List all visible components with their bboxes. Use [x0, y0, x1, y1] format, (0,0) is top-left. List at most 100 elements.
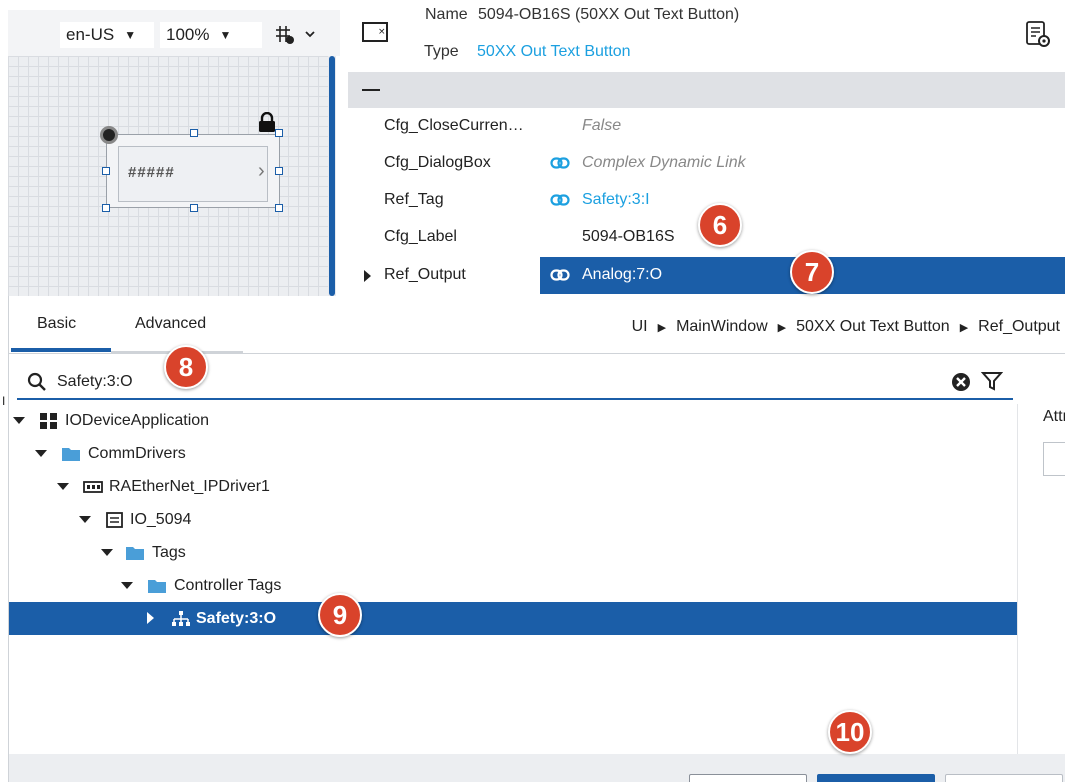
collapse-caret-icon[interactable] [79, 516, 91, 523]
property-key: Ref_Output [384, 266, 466, 283]
property-key: Cfg_Label [384, 228, 457, 245]
properties-settings-icon[interactable] [1025, 20, 1051, 48]
collapse-caret-icon[interactable] [35, 450, 47, 457]
resize-handle[interactable] [275, 167, 283, 175]
collapse-caret-icon[interactable] [101, 549, 113, 556]
link-icon [550, 269, 570, 281]
ok-button[interactable] [817, 774, 935, 782]
zoom-select[interactable]: 100% ▼ [160, 22, 262, 48]
breadcrumb-separator-icon: ▶ [777, 321, 787, 334]
active-tab-indicator [11, 348, 111, 352]
tree-item-label: Controller Tags [174, 577, 282, 594]
breadcrumb-item[interactable]: UI [632, 318, 648, 336]
chevron-right-icon: › [258, 160, 265, 182]
breadcrumb-separator-icon: ▶ [657, 321, 667, 334]
breadcrumb-item[interactable]: MainWindow [676, 318, 768, 336]
tab-basic[interactable]: Basic [37, 315, 76, 333]
app-root: en-US ▼ 100% ▼ ##### › × Name 5094-OB16S… [0, 0, 1065, 782]
clear-search-icon[interactable] [951, 372, 971, 392]
resize-handle[interactable] [275, 204, 283, 212]
breadcrumb: UI ▶ MainWindow ▶ 50XX Out Text Button ▶… [632, 318, 1060, 336]
tree-item-selected[interactable]: Safety:3:O [9, 602, 1017, 635]
tree-item[interactable]: CommDrivers [9, 437, 1017, 470]
chevron-down-icon: ▼ [124, 28, 137, 42]
folder-icon [62, 448, 80, 461]
dialog-footer [9, 754, 1065, 782]
attribute-pane: Attr [1027, 354, 1065, 754]
cancel-button[interactable] [689, 774, 807, 782]
device-icon [106, 512, 123, 528]
attribute-label: Attr [1043, 408, 1065, 425]
language-value: en-US [66, 25, 115, 44]
callout-badge: 8 [164, 345, 208, 389]
expand-caret-icon[interactable] [147, 612, 154, 624]
property-group-header[interactable] [348, 72, 1065, 108]
resize-handle[interactable] [102, 204, 110, 212]
property-key: Ref_Tag [384, 191, 444, 208]
property-value[interactable]: Analog:7:O [582, 266, 662, 284]
link-icon [550, 157, 570, 169]
tree-scrollbar[interactable] [1017, 404, 1027, 754]
tree-item[interactable]: IODeviceApplication [9, 404, 1017, 437]
resize-handle[interactable] [190, 204, 198, 212]
collapse-icon [362, 89, 380, 91]
tree-item-label: IODeviceApplication [65, 412, 210, 429]
collapse-caret-icon[interactable] [57, 483, 69, 490]
stray-text: I [2, 394, 6, 408]
expand-arrow-icon[interactable] [364, 270, 371, 282]
tab-advanced[interactable]: Advanced [135, 315, 206, 333]
grid-settings-button[interactable] [270, 22, 326, 48]
name-label: Name [425, 6, 468, 23]
property-key: Cfg_DialogBox [384, 154, 491, 171]
scrollbar-thumb[interactable] [329, 56, 335, 296]
resize-handle[interactable] [102, 167, 110, 175]
secondary-button[interactable] [945, 774, 1063, 782]
widget-type-icon: × [362, 22, 388, 42]
collapse-caret-icon[interactable] [121, 582, 133, 589]
breadcrumb-item[interactable]: Ref_Output [978, 318, 1060, 336]
canvas-scrollbar[interactable] [328, 56, 336, 296]
filter-icon[interactable] [981, 370, 1003, 392]
property-value[interactable]: False [582, 117, 621, 135]
property-value[interactable]: 5094-OB16S [582, 228, 675, 246]
tree-item-label: CommDrivers [88, 445, 186, 462]
callout-badge: 9 [318, 593, 362, 637]
breadcrumb-separator-icon: ▶ [959, 321, 969, 334]
language-select[interactable]: en-US ▼ [60, 22, 154, 48]
name-value: 5094-OB16S (50XX Out Text Button) [478, 6, 740, 23]
type-value[interactable]: 50XX Out Text Button [477, 43, 631, 61]
folder-icon [126, 547, 144, 560]
property-row-selected[interactable]: Ref_Output Analog:7:O [348, 257, 1065, 296]
tree-item[interactable]: Tags [9, 536, 1017, 569]
callout-badge: 6 [698, 203, 742, 247]
property-value[interactable]: Safety:3:I [582, 191, 650, 209]
property-row[interactable]: Cfg_CloseCurren… False [348, 108, 1065, 145]
resize-handle[interactable] [275, 129, 283, 137]
tab-bar: Basic Advanced UI ▶ MainWindow ▶ 50XX Ou… [9, 296, 1065, 354]
link-icon [550, 194, 570, 206]
collapse-caret-icon[interactable] [13, 417, 25, 424]
application-icon [40, 413, 57, 429]
property-value[interactable]: Complex Dynamic Link [582, 154, 746, 172]
canvas-toolbar: en-US ▼ 100% ▼ [8, 10, 340, 56]
lock-icon [259, 112, 275, 132]
property-row[interactable]: Cfg_DialogBox Complex Dynamic Link [348, 145, 1065, 182]
tree-item[interactable]: RAEtherNet_IPDriver1 [9, 470, 1017, 503]
folder-icon [148, 580, 166, 593]
property-key: Cfg_CloseCurren… [384, 117, 524, 134]
rotate-handle[interactable] [100, 126, 118, 144]
tree-item-label: IO_5094 [130, 511, 192, 528]
tree-item-label: RAEtherNet_IPDriver1 [109, 478, 270, 495]
tree-item[interactable]: Controller Tags [9, 569, 1017, 602]
tree-item[interactable]: IO_5094 [9, 503, 1017, 536]
resize-handle[interactable] [190, 129, 198, 137]
network-driver-icon [83, 481, 103, 493]
zoom-value: 100% [166, 25, 210, 44]
grid-settings-icon [276, 26, 315, 44]
callout-badge: 10 [828, 710, 872, 754]
breadcrumb-item[interactable]: 50XX Out Text Button [796, 318, 950, 336]
tree-item-label: Tags [152, 544, 186, 561]
attribute-input[interactable] [1043, 442, 1065, 476]
type-label: Type [424, 43, 459, 60]
widget-text: ##### [128, 164, 175, 181]
